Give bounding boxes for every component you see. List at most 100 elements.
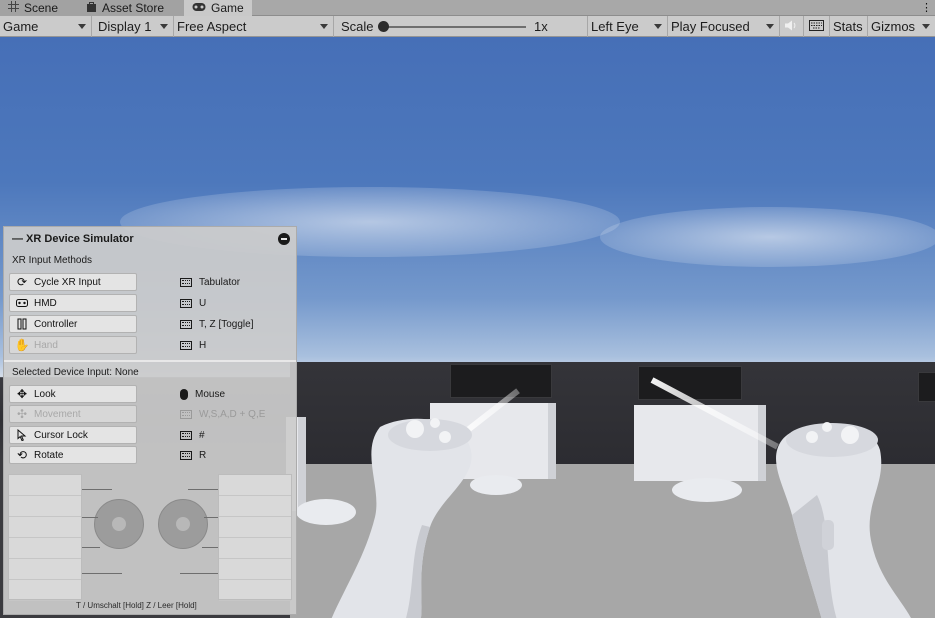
- scale-slider[interactable]: Scale 1x: [334, 16, 588, 37]
- dropdown-value: Game: [3, 19, 39, 34]
- left-controller: [331, 418, 472, 618]
- rotate-button[interactable]: ⟲ Rotate: [9, 446, 137, 464]
- controller-button[interactable]: Controller: [9, 315, 137, 333]
- left-controller-diagram: [94, 499, 144, 549]
- stand-right: [672, 478, 742, 502]
- right-controller-diagram: [158, 499, 208, 549]
- mouse-icon: [180, 388, 188, 400]
- play-mode-dropdown[interactable]: Play Focused: [668, 16, 780, 37]
- hand-icon: ✋: [14, 338, 30, 352]
- tab-label: Scene: [24, 1, 59, 15]
- left-controller-binding-list: [8, 474, 82, 601]
- selected-device-label: Selected Device Input: None: [12, 367, 139, 378]
- key-label: T, Z [Toggle]: [199, 318, 254, 330]
- gizmos-dropdown[interactable]: Gizmos: [868, 16, 935, 37]
- grid-icon: [8, 1, 19, 15]
- tab-asset-store[interactable]: Asset Store: [78, 0, 184, 16]
- scale-label: Scale: [341, 19, 374, 34]
- keybinding: #: [180, 428, 205, 442]
- button-label: Cycle XR Input: [34, 276, 101, 288]
- stats-button[interactable]: Stats: [830, 16, 868, 37]
- key-label: R: [199, 449, 207, 461]
- mute-audio-button[interactable]: [780, 16, 804, 37]
- input-methods-label: XR Input Methods: [12, 255, 93, 266]
- scale-handle[interactable]: [378, 21, 389, 32]
- key-label: Mouse: [195, 388, 226, 400]
- keyboard-icon: [180, 298, 192, 308]
- key-label: U: [199, 297, 207, 309]
- button-label: HMD: [34, 297, 57, 309]
- table-right: [634, 405, 766, 481]
- chevron-down-icon: [160, 24, 168, 29]
- button-label: Movement: [34, 408, 81, 420]
- keyboard-icon: [809, 19, 824, 34]
- monitor-screen-left: [450, 364, 552, 398]
- chevron-down-icon: [320, 24, 328, 29]
- keyboard-shortcuts-button[interactable]: [804, 16, 830, 37]
- key-label: H: [199, 339, 207, 351]
- button-label: Rotate: [34, 449, 64, 461]
- hand-button[interactable]: ✋ Hand: [9, 336, 137, 354]
- controller-icon: [16, 318, 28, 330]
- monitor-screen-far: [918, 372, 935, 402]
- xr-device-simulator-panel: — XR Device Simulator XR Input Methods ⟳…: [3, 226, 297, 615]
- editor-tab-bar: Scene Asset Store Game ⋮: [0, 0, 935, 16]
- right-controller-binding-list: [218, 474, 292, 601]
- display-dropdown[interactable]: Display 1: [92, 16, 174, 37]
- tab-label: Asset Store: [102, 1, 165, 15]
- dropdown-value: Left Eye: [591, 19, 639, 34]
- hmd-icon: [16, 297, 28, 309]
- divider: [4, 360, 296, 362]
- leader-line: [204, 517, 218, 518]
- leader-line: [202, 547, 218, 548]
- dropdown-value: Free Aspect: [177, 19, 247, 34]
- keybinding: R: [180, 448, 206, 462]
- leader-line: [82, 573, 122, 574]
- keyboard-icon: [180, 340, 192, 350]
- move-icon: ✥: [16, 387, 28, 401]
- cursor-icon: [16, 429, 28, 441]
- simulator-footer-hint: T / Umschalt [Hold] Z / Leer [Hold]: [76, 601, 197, 610]
- keybinding: U: [180, 296, 206, 310]
- game-view-dropdown[interactable]: Game: [0, 16, 92, 37]
- chevron-down-icon: [78, 24, 86, 29]
- look-button[interactable]: ✥ Look: [9, 385, 137, 403]
- keyboard-icon: [180, 277, 192, 287]
- cycle-xr-input-button[interactable]: ⟳ Cycle XR Input: [9, 273, 137, 291]
- keybinding: H: [180, 338, 206, 352]
- keybinding: T, Z [Toggle]: [180, 317, 253, 331]
- collapse-button[interactable]: [278, 233, 290, 245]
- keybinding: Mouse: [180, 387, 225, 401]
- key-label: #: [199, 429, 205, 441]
- movement-button[interactable]: ✣ Movement: [9, 405, 137, 423]
- chevron-down-icon: [654, 24, 662, 29]
- rotate-icon: ⟲: [16, 448, 28, 462]
- leader-line: [82, 547, 100, 548]
- keyboard-icon: [180, 430, 192, 440]
- dropdown-value: Display 1: [98, 19, 152, 34]
- right-controller: [776, 422, 911, 618]
- button-label: Cursor Lock: [34, 429, 88, 441]
- tab-label: Game: [211, 1, 244, 15]
- more-options-icon[interactable]: ⋮: [921, 0, 932, 16]
- hmd-button[interactable]: HMD: [9, 294, 137, 312]
- tab-game[interactable]: Game: [184, 0, 252, 16]
- scale-track[interactable]: [380, 26, 526, 28]
- keyboard-icon: [180, 409, 192, 419]
- cloud: [600, 207, 935, 267]
- stats-label: Stats: [833, 19, 863, 34]
- keyboard-icon: [180, 450, 192, 460]
- keybinding: W,S,A,D + Q,E: [180, 407, 265, 421]
- leader-line: [82, 517, 98, 518]
- key-label: W,S,A,D + Q,E: [199, 408, 266, 420]
- cursor-lock-button[interactable]: Cursor Lock: [9, 426, 137, 444]
- aspect-dropdown[interactable]: Free Aspect: [174, 16, 334, 37]
- keybinding: Tabulator: [180, 275, 240, 289]
- movement-icon: ✣: [16, 407, 28, 421]
- leader-line: [188, 489, 218, 490]
- button-label: Controller: [34, 318, 78, 330]
- tab-scene[interactable]: Scene: [0, 0, 78, 16]
- eye-dropdown[interactable]: Left Eye: [588, 16, 668, 37]
- simulator-title: — XR Device Simulator: [12, 233, 134, 245]
- button-label: Look: [34, 388, 56, 400]
